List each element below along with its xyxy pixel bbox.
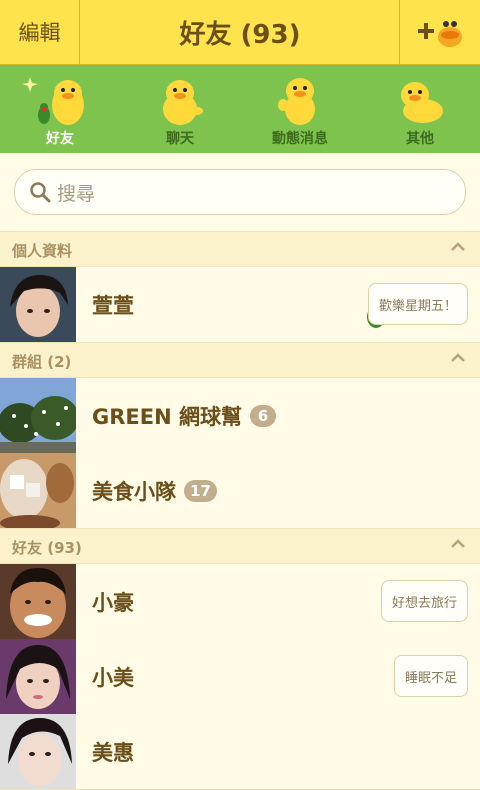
friend-name: 小豪 xyxy=(92,590,134,615)
section-header-profile[interactable]: 個人資料 xyxy=(0,231,480,267)
tab-friends[interactable]: 好友 xyxy=(0,65,120,153)
group-name: 美食小隊 17 xyxy=(92,453,217,528)
search-placeholder: 搜尋 xyxy=(57,182,96,205)
tab-chat[interactable]: 聊天 xyxy=(120,65,240,153)
section-label: 個人資料 xyxy=(12,242,73,260)
member-count-badge: 6 xyxy=(249,404,276,427)
collapse-caret-icon xyxy=(451,539,465,548)
friend-name: 美惠 xyxy=(92,740,134,765)
collapse-caret-icon xyxy=(451,242,465,251)
group-name: GREEN 網球幫 6 xyxy=(92,378,276,453)
friend-row[interactable]: 美惠 xyxy=(0,714,480,790)
status-message: 歡樂星期五！ xyxy=(367,283,468,325)
top-bar: 編輯 好友 (93) xyxy=(0,0,480,65)
avatar xyxy=(0,639,76,714)
tab-timeline[interactable]: 動態消息 xyxy=(240,65,360,153)
profile-name: 萱萱 xyxy=(92,293,134,318)
group-row[interactable]: GREEN 網球幫 6 xyxy=(0,378,480,454)
search-area: 搜尋 xyxy=(0,153,480,232)
section-label: 好友 (93) xyxy=(12,539,82,557)
add-friend-icon xyxy=(418,21,462,47)
status-message: 睡眠不足 xyxy=(393,655,468,697)
sally-chat-icon xyxy=(163,80,203,125)
friend-name: 小美 xyxy=(92,665,134,690)
tab-more-label: 其他 xyxy=(406,131,434,147)
search-icon xyxy=(29,181,51,203)
collapse-caret-icon xyxy=(451,353,465,362)
group-row[interactable]: 美食小隊 17 xyxy=(0,453,480,529)
status-message: 好想去旅行 xyxy=(380,580,468,622)
edit-button[interactable]: 編輯 xyxy=(0,0,80,64)
add-friend-button[interactable] xyxy=(399,0,480,64)
main-tabs: 好友 聊天 動態消息 其他 xyxy=(0,65,480,153)
member-count-badge: 17 xyxy=(184,479,217,502)
avatar xyxy=(0,267,76,342)
tab-timeline-label: 動態消息 xyxy=(272,131,328,147)
search-input[interactable]: 搜尋 xyxy=(14,169,466,215)
avatar xyxy=(0,378,76,453)
avatar xyxy=(0,714,76,789)
sally-timeline-icon xyxy=(278,78,315,125)
tab-more[interactable]: 其他 xyxy=(360,65,480,153)
section-header-groups[interactable]: 群組 (2) xyxy=(0,342,480,378)
group-name-text: GREEN 網球幫 xyxy=(92,404,242,429)
profile-row[interactable]: 萱萱 歡樂星期五！ xyxy=(0,267,480,343)
friend-row[interactable]: 小豪 好想去旅行 xyxy=(0,564,480,640)
avatar xyxy=(0,453,76,528)
group-name-text: 美食小隊 xyxy=(92,479,176,504)
section-header-friends[interactable]: 好友 (93) xyxy=(0,528,480,564)
page-title: 好友 (93) xyxy=(179,19,301,50)
tab-chat-label: 聊天 xyxy=(166,131,194,147)
tab-friends-label: 好友 xyxy=(46,131,74,147)
sally-more-icon xyxy=(401,82,443,123)
sally-friends-icon xyxy=(22,77,84,125)
avatar xyxy=(0,564,76,639)
friend-row[interactable]: 小美 睡眠不足 xyxy=(0,639,480,715)
section-label: 群組 (2) xyxy=(12,353,72,371)
